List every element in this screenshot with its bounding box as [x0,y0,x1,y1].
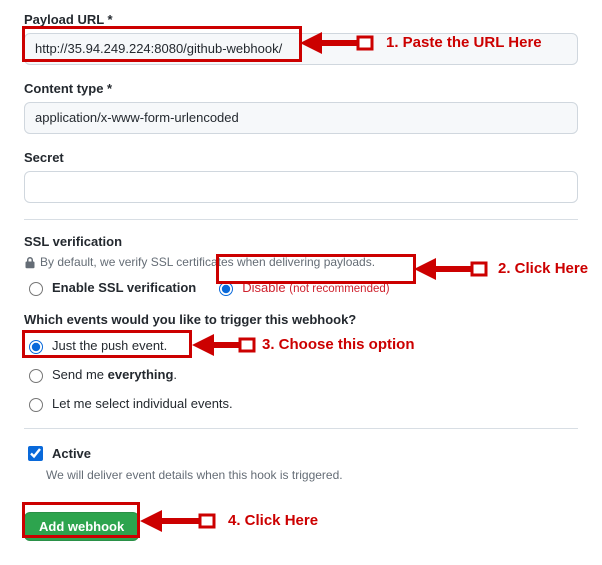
events-push-post: event. [128,338,167,353]
active-option[interactable]: Active [24,443,578,464]
active-checkbox[interactable] [28,446,43,461]
events-everything-word: everything [108,367,174,382]
secret-input[interactable] [24,171,578,203]
events-individual-option[interactable]: Let me select individual events. [24,395,578,412]
ssl-enable-label: Enable SSL verification [52,280,196,295]
events-push-word: push [101,339,128,353]
ssl-section-title: SSL verification [24,234,578,249]
events-push-radio[interactable] [29,340,43,354]
active-help-text: We will deliver event details when this … [46,468,578,482]
events-everything-radio[interactable] [29,369,43,383]
events-everything-pre: Send me [52,367,108,382]
ssl-disable-option[interactable]: Disable (not recommended) [214,279,389,296]
add-webhook-button[interactable]: Add webhook [24,512,139,541]
events-push-pre: Just the [52,338,101,353]
events-everything-post: . [173,367,177,382]
ssl-disable-radio[interactable] [219,282,233,296]
events-individual-radio[interactable] [29,398,43,412]
events-section-title: Which events would you like to trigger t… [24,312,578,327]
events-push-option[interactable]: Just the push event. [24,337,578,354]
events-everything-option[interactable]: Send me everything. [24,366,578,383]
active-label: Active [52,446,91,461]
ssl-enable-radio[interactable] [29,282,43,296]
secret-label: Secret [24,150,578,165]
ssl-help-text: By default, we verify SSL certificates w… [40,255,375,269]
payload-url-label: Payload URL * [24,12,578,27]
divider [24,428,578,429]
payload-url-input[interactable] [24,33,578,65]
content-type-label: Content type * [24,81,578,96]
ssl-disable-label: Disable [242,280,285,295]
content-type-select[interactable] [24,102,578,134]
lock-icon [24,255,36,269]
divider [24,219,578,220]
events-individual-label: Let me select individual events. [52,396,233,411]
ssl-disable-note: (not recommended) [289,283,389,295]
ssl-enable-option[interactable]: Enable SSL verification [24,279,196,296]
